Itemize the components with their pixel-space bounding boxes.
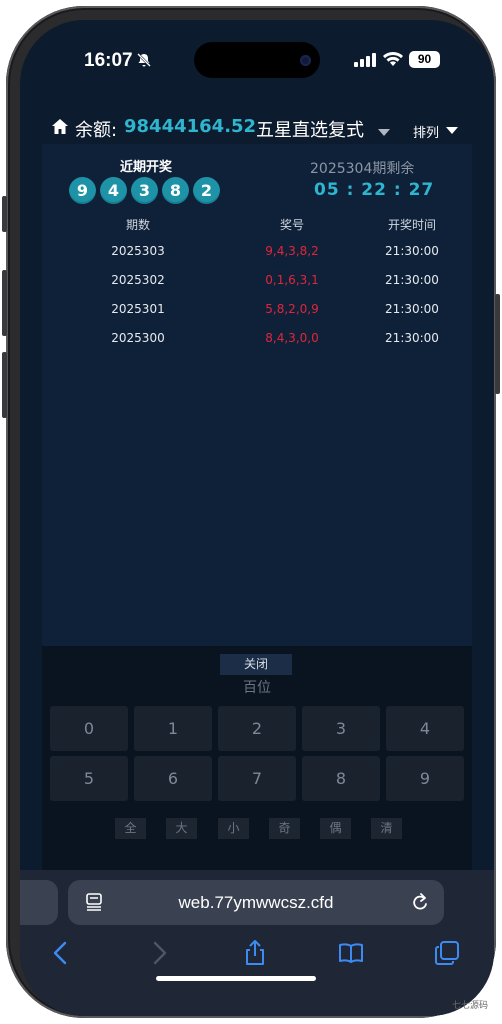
- digit-key-9[interactable]: 9: [386, 756, 464, 801]
- previous-tab-peek[interactable]: [20, 880, 58, 925]
- close-keypad-button[interactable]: 关闭: [220, 654, 292, 675]
- period-cell: 2025302: [111, 273, 165, 287]
- draw-ball: 2: [193, 177, 220, 204]
- table-row: 2025302 0,1,6,3,1 21:30:00: [42, 273, 472, 293]
- digit-key-4[interactable]: 4: [386, 706, 464, 751]
- forward-icon[interactable]: [146, 940, 172, 966]
- select-small-button[interactable]: 小: [218, 818, 249, 839]
- column-header-time: 开奖时间: [387, 218, 436, 232]
- numbers-cell: 8,4,3,0,0: [265, 331, 319, 345]
- results-table-header: 期数 奖号 开奖时间: [42, 216, 472, 236]
- digit-key-8[interactable]: 8: [302, 756, 380, 801]
- table-row: 2025300 8,4,3,0,0 21:30:00: [42, 331, 472, 351]
- bookmarks-icon[interactable]: [338, 940, 364, 966]
- balance-label: 余额:: [75, 120, 118, 141]
- app-header: 余额: 98444164.52 五星直选复式 排列: [20, 104, 494, 144]
- draw-ball: 8: [162, 177, 189, 204]
- url-text: web.77ymwwcsz.cfd: [178, 893, 334, 912]
- draw-panel: 近期开奖 9 4 3 8 2 2025304期剩余 05 : 22 : 27 期…: [42, 144, 472, 654]
- tabs-icon[interactable]: [434, 940, 460, 966]
- status-time: 16:07: [84, 50, 133, 71]
- action-button: [2, 196, 7, 232]
- digit-key-2[interactable]: 2: [218, 706, 296, 751]
- recent-draw-title: 近期开奖: [120, 160, 173, 175]
- wifi-icon: [383, 52, 403, 66]
- camera-icon: [300, 55, 311, 66]
- table-row: 2025303 9,4,3,8,2 21:30:00: [42, 244, 472, 264]
- reload-icon[interactable]: [411, 893, 429, 912]
- battery-indicator: 90: [409, 51, 440, 68]
- sort-selector[interactable]: 排列: [413, 122, 439, 141]
- time-cell: 21:30:00: [385, 331, 439, 345]
- latest-draw-balls: 9 4 3 8 2: [69, 177, 220, 204]
- status-bar: 16:07 90: [20, 20, 494, 100]
- chevron-down-icon[interactable]: [378, 129, 390, 136]
- volume-up-button: [2, 270, 7, 336]
- number-keypad: 关闭 百位 0 1 2 3 4 5 6 7 8 9 全 大 小 奇 偶 清: [42, 646, 472, 870]
- position-label: 百位: [243, 680, 271, 696]
- share-icon[interactable]: [242, 940, 268, 966]
- digit-key-3[interactable]: 3: [302, 706, 380, 751]
- home-icon[interactable]: [52, 119, 68, 134]
- phone-frame: 16:07 90 余额: 98444164.52 五星直选复式 排列 近期开奖 …: [2, 6, 500, 1018]
- period-cell: 2025300: [111, 331, 165, 345]
- numbers-cell: 0,1,6,3,1: [265, 273, 319, 287]
- time-cell: 21:30:00: [385, 302, 439, 316]
- digit-key-0[interactable]: 0: [50, 706, 128, 751]
- time-cell: 21:30:00: [385, 273, 439, 287]
- chevron-down-icon[interactable]: [446, 127, 458, 134]
- countdown-timer: 05 : 22 : 27: [314, 180, 435, 200]
- draw-ball: 3: [131, 177, 158, 204]
- digit-key-1[interactable]: 1: [134, 706, 212, 751]
- digit-key-7[interactable]: 7: [218, 756, 296, 801]
- column-header-period: 期数: [125, 218, 150, 232]
- period-cell: 2025303: [111, 244, 165, 258]
- address-bar[interactable]: web.77ymwwcsz.cfd: [68, 880, 444, 925]
- time-cell: 21:30:00: [385, 244, 439, 258]
- cellular-signal-icon: [354, 53, 376, 67]
- column-header-numbers: 奖号: [279, 218, 304, 232]
- back-icon[interactable]: [48, 940, 74, 966]
- select-big-button[interactable]: 大: [166, 818, 197, 839]
- volume-down-button: [2, 352, 7, 418]
- draw-ball: 9: [69, 177, 96, 204]
- browser-toolbar: web.77ymwwcsz.cfd: [20, 870, 494, 1016]
- period-remaining-label: 2025304期剩余: [310, 161, 415, 177]
- digit-key-5[interactable]: 5: [50, 756, 128, 801]
- select-even-button[interactable]: 偶: [320, 818, 351, 839]
- home-indicator: [156, 976, 316, 981]
- play-type-selector[interactable]: 五星直选复式: [256, 116, 364, 142]
- period-cell: 2025301: [111, 302, 165, 316]
- select-odd-button[interactable]: 奇: [269, 818, 300, 839]
- select-all-button[interactable]: 全: [115, 818, 146, 839]
- power-button: [495, 294, 500, 394]
- watermark: 七七源码: [452, 1001, 489, 1011]
- balance-value: 98444164.52: [124, 116, 257, 137]
- draw-ball: 4: [100, 177, 127, 204]
- screen: 16:07 90 余额: 98444164.52 五星直选复式 排列 近期开奖 …: [20, 20, 494, 1016]
- table-row: 2025301 5,8,2,0,9 21:30:00: [42, 302, 472, 322]
- numbers-cell: 5,8,2,0,9: [265, 302, 319, 316]
- digit-key-6[interactable]: 6: [134, 756, 212, 801]
- numbers-cell: 9,4,3,8,2: [265, 244, 319, 258]
- bell-off-icon: [137, 53, 151, 67]
- clear-selection-button[interactable]: 清: [371, 818, 402, 839]
